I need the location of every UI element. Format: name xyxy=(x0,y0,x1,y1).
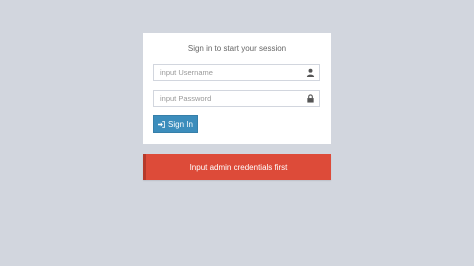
error-alert: Input admin credentials first xyxy=(143,154,331,180)
username-field xyxy=(153,64,320,81)
user-icon xyxy=(306,68,315,77)
sign-in-button[interactable]: Sign In xyxy=(153,115,198,133)
error-alert-text: Input admin credentials first xyxy=(189,162,288,172)
sign-in-icon xyxy=(158,120,166,128)
username-input[interactable] xyxy=(154,65,304,80)
login-box-message: Sign in to start your session xyxy=(187,44,287,53)
login-page: Sign in to start your session Sign In In xyxy=(0,0,474,266)
password-field xyxy=(153,90,320,107)
login-box: Sign in to start your session Sign In xyxy=(143,33,331,144)
sign-in-button-label: Sign In xyxy=(168,119,193,129)
password-input[interactable] xyxy=(154,91,304,106)
lock-icon xyxy=(307,94,314,103)
